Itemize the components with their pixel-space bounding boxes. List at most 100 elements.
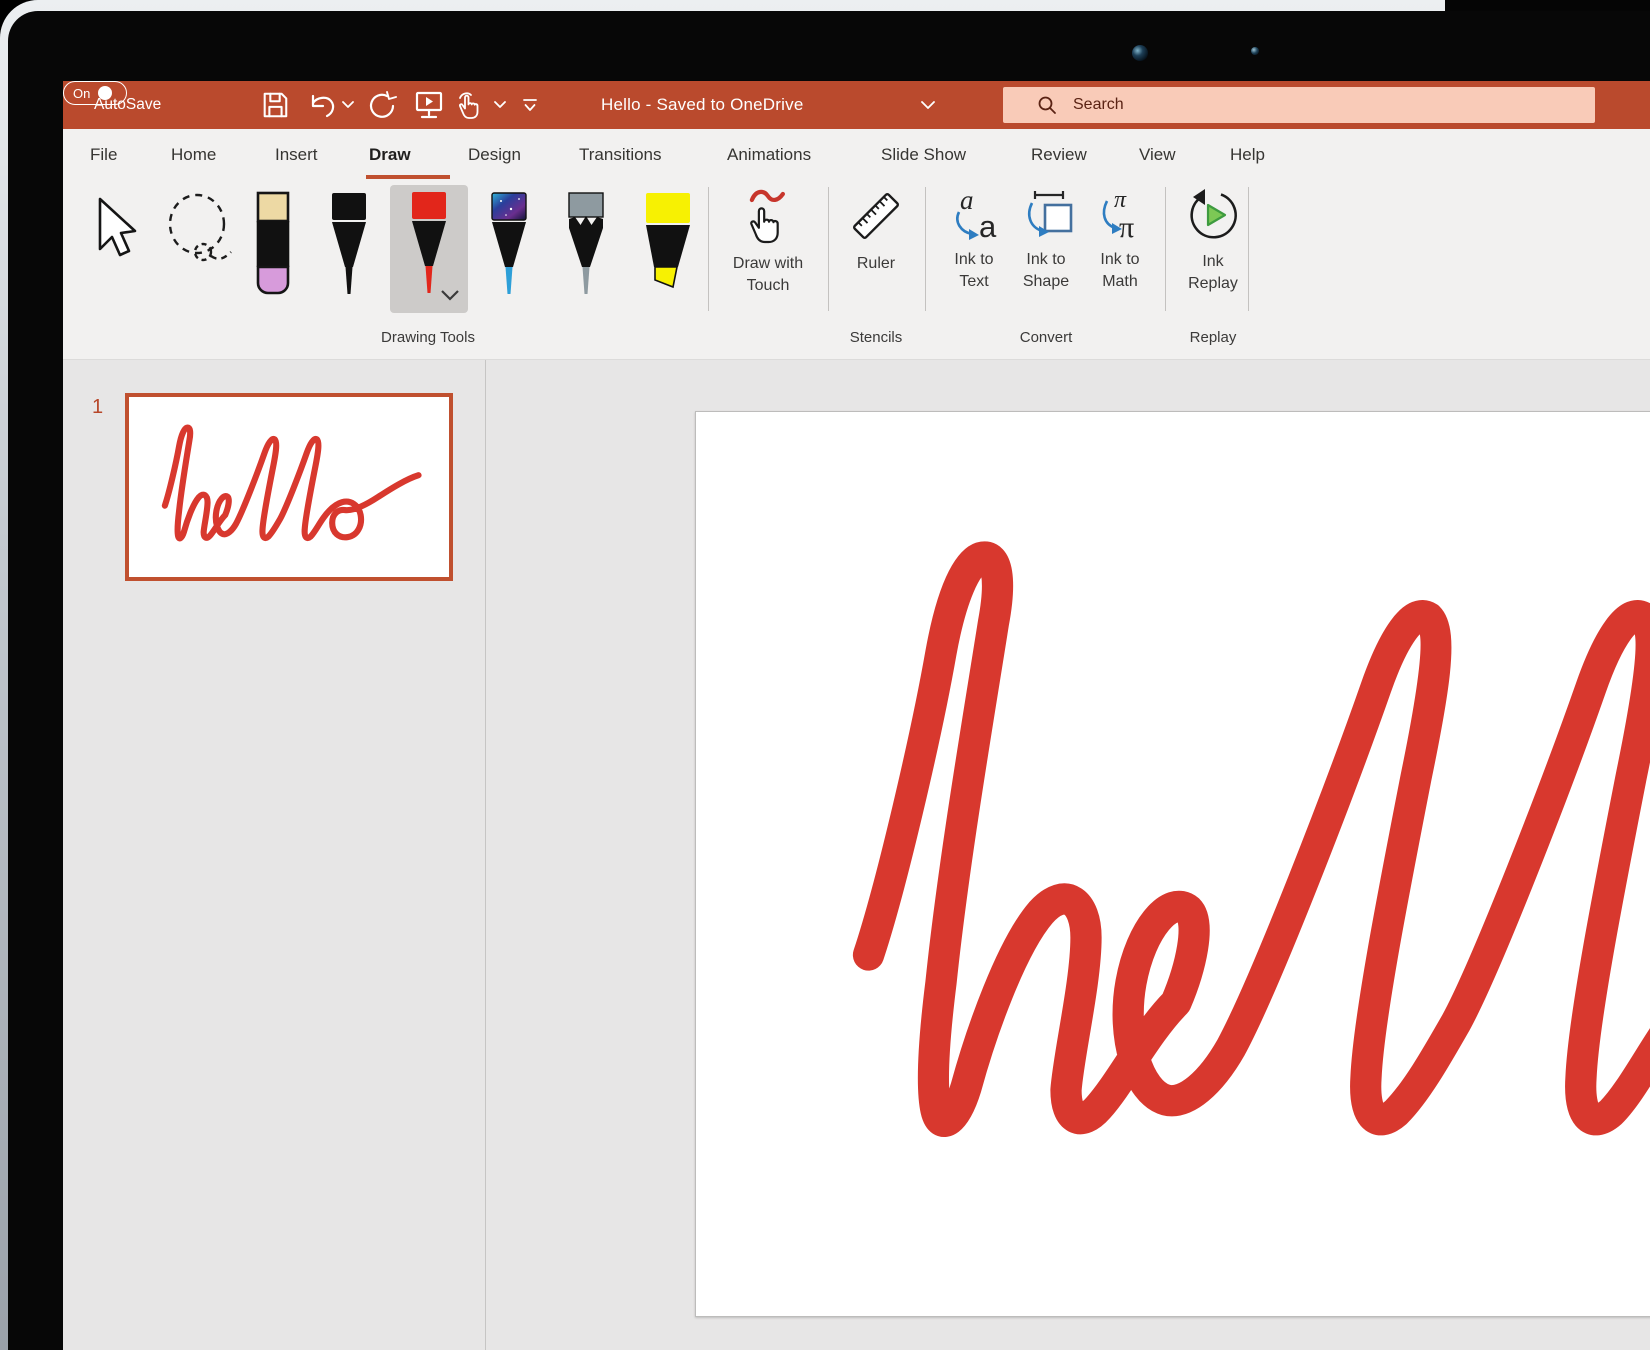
ink-stroke-hello — [165, 428, 419, 539]
svg-text:π: π — [1119, 211, 1134, 241]
autosave-label: AutoSave — [94, 81, 161, 129]
ruler-label: Ruler — [857, 253, 895, 275]
ribbon-draw: Draw with Touch Ruler — [63, 181, 1650, 360]
eraser-icon — [255, 191, 291, 297]
group-divider — [1165, 187, 1166, 311]
search-input[interactable] — [1071, 95, 1555, 115]
device-bezel: AutoSave On — [8, 11, 1650, 1350]
group-divider — [828, 187, 829, 311]
camera-sensor-icon — [1251, 47, 1259, 55]
tab-draw[interactable]: Draw — [369, 129, 411, 181]
ink-to-shape-button[interactable]: Ink to Shape — [1019, 187, 1073, 293]
ink-to-math-icon: π π — [1094, 187, 1146, 241]
group-label-drawing-tools: Drawing Tools — [381, 329, 475, 346]
undo-menu-chevron[interactable] — [339, 81, 357, 129]
overflow-chevron-icon — [522, 98, 538, 112]
group-label-replay: Replay — [1190, 329, 1237, 346]
pencil-icon — [566, 191, 606, 303]
touch-mouse-mode-button[interactable] — [453, 81, 489, 129]
ink-to-text-label-line2: Text — [954, 271, 993, 293]
svg-text:π: π — [1114, 187, 1127, 213]
document-title[interactable]: Hello - Saved to OneDrive — [601, 81, 803, 129]
tab-design[interactable]: Design — [468, 129, 521, 181]
slide-thumbnail-1[interactable] — [125, 393, 453, 581]
ink-to-math-label-line1: Ink to — [1100, 249, 1139, 271]
workspace: 1 — [63, 360, 1650, 1350]
ink-to-math-button[interactable]: π π Ink to Math — [1094, 187, 1146, 293]
save-button[interactable] — [258, 81, 292, 129]
galaxy-pen-icon — [489, 191, 529, 303]
group-divider — [925, 187, 926, 311]
thumbnail-panel-divider[interactable] — [485, 360, 486, 1350]
camera-icon — [1132, 45, 1148, 61]
ruler-icon — [847, 187, 905, 245]
undo-button[interactable] — [306, 81, 338, 129]
save-icon — [260, 90, 290, 120]
ink-replay-button[interactable]: Ink Replay — [1185, 187, 1241, 295]
red-pen-tool-button[interactable] — [390, 185, 468, 313]
chevron-down-icon — [921, 101, 935, 110]
tab-file[interactable]: File — [90, 129, 117, 181]
highlighter-icon — [644, 191, 692, 299]
ink-to-shape-label-line1: Ink to — [1023, 249, 1069, 271]
title-dropdown-chevron[interactable] — [918, 81, 938, 129]
tab-insert[interactable]: Insert — [275, 129, 318, 181]
tab-animations[interactable]: Animations — [727, 129, 811, 181]
group-label-stencils: Stencils — [850, 329, 903, 346]
ribbon-tab-row: File Home Insert Draw Design Transitions… — [63, 129, 1650, 181]
tab-review[interactable]: Review — [1031, 129, 1087, 181]
tab-transitions[interactable]: Transitions — [579, 129, 662, 181]
lasso-select-tool-button[interactable] — [164, 193, 234, 272]
touch-mode-menu-chevron[interactable] — [491, 81, 509, 129]
tab-help[interactable]: Help — [1230, 129, 1265, 181]
title-bar: AutoSave On — [63, 81, 1650, 129]
select-tool-button[interactable] — [86, 197, 138, 268]
pen-options-chevron-icon[interactable] — [440, 289, 460, 301]
chevron-down-icon — [342, 101, 354, 109]
eraser-tool-button[interactable] — [255, 191, 291, 302]
group-divider — [708, 187, 709, 311]
search-box[interactable] — [1003, 87, 1595, 123]
svg-text:a: a — [979, 209, 997, 241]
ink-stroke-hello — [869, 557, 1650, 1121]
ruler-button[interactable]: Ruler — [847, 187, 905, 275]
ink-to-shape-label-line2: Shape — [1023, 271, 1069, 293]
red-pen-icon — [409, 190, 449, 302]
slide-editing-area[interactable] — [695, 411, 1650, 1317]
undo-icon — [307, 91, 337, 119]
touch-hand-icon — [455, 89, 487, 121]
active-tab-indicator — [366, 175, 450, 179]
black-pen-icon — [329, 191, 369, 303]
pencil-tool-button[interactable] — [566, 191, 606, 308]
redo-button[interactable] — [365, 81, 399, 129]
customize-quick-access-toolbar-button[interactable] — [518, 81, 542, 129]
slide-number: 1 — [92, 396, 103, 419]
ink-to-text-button[interactable]: a a Ink to Text — [948, 187, 1000, 293]
chevron-down-icon — [494, 101, 506, 109]
black-pen-tool-button[interactable] — [329, 191, 369, 308]
draw-with-touch-label-line2: Touch — [733, 275, 803, 297]
tab-view[interactable]: View — [1139, 129, 1176, 181]
tab-home[interactable]: Home — [171, 129, 216, 181]
galaxy-pen-tool-button[interactable] — [489, 191, 529, 308]
redo-icon — [367, 90, 397, 120]
powerpoint-on-device: AutoSave On — [0, 0, 1650, 1350]
group-label-convert: Convert — [1020, 329, 1073, 346]
autosave-toggle-state: On — [73, 86, 90, 101]
app-window: AutoSave On — [63, 81, 1650, 1350]
tab-slide-show[interactable]: Slide Show — [881, 129, 966, 181]
ink-replay-icon — [1185, 187, 1241, 243]
ink-to-text-icon: a a — [948, 187, 1000, 241]
slide-thumbnail-ink — [131, 399, 447, 577]
draw-with-touch-label-line1: Draw with — [733, 253, 803, 275]
draw-with-touch-button[interactable]: Draw with Touch — [733, 187, 803, 297]
group-divider — [1248, 187, 1249, 311]
ink-replay-label-line2: Replay — [1188, 273, 1238, 295]
draw-with-touch-icon — [743, 187, 793, 245]
ink-to-math-label-line2: Math — [1100, 271, 1139, 293]
svg-text:a: a — [960, 187, 974, 215]
search-icon — [1037, 95, 1057, 115]
start-slideshow-button[interactable] — [413, 81, 445, 129]
yellow-highlighter-tool-button[interactable] — [644, 191, 692, 304]
slide-ink-drawing — [696, 412, 1650, 1318]
